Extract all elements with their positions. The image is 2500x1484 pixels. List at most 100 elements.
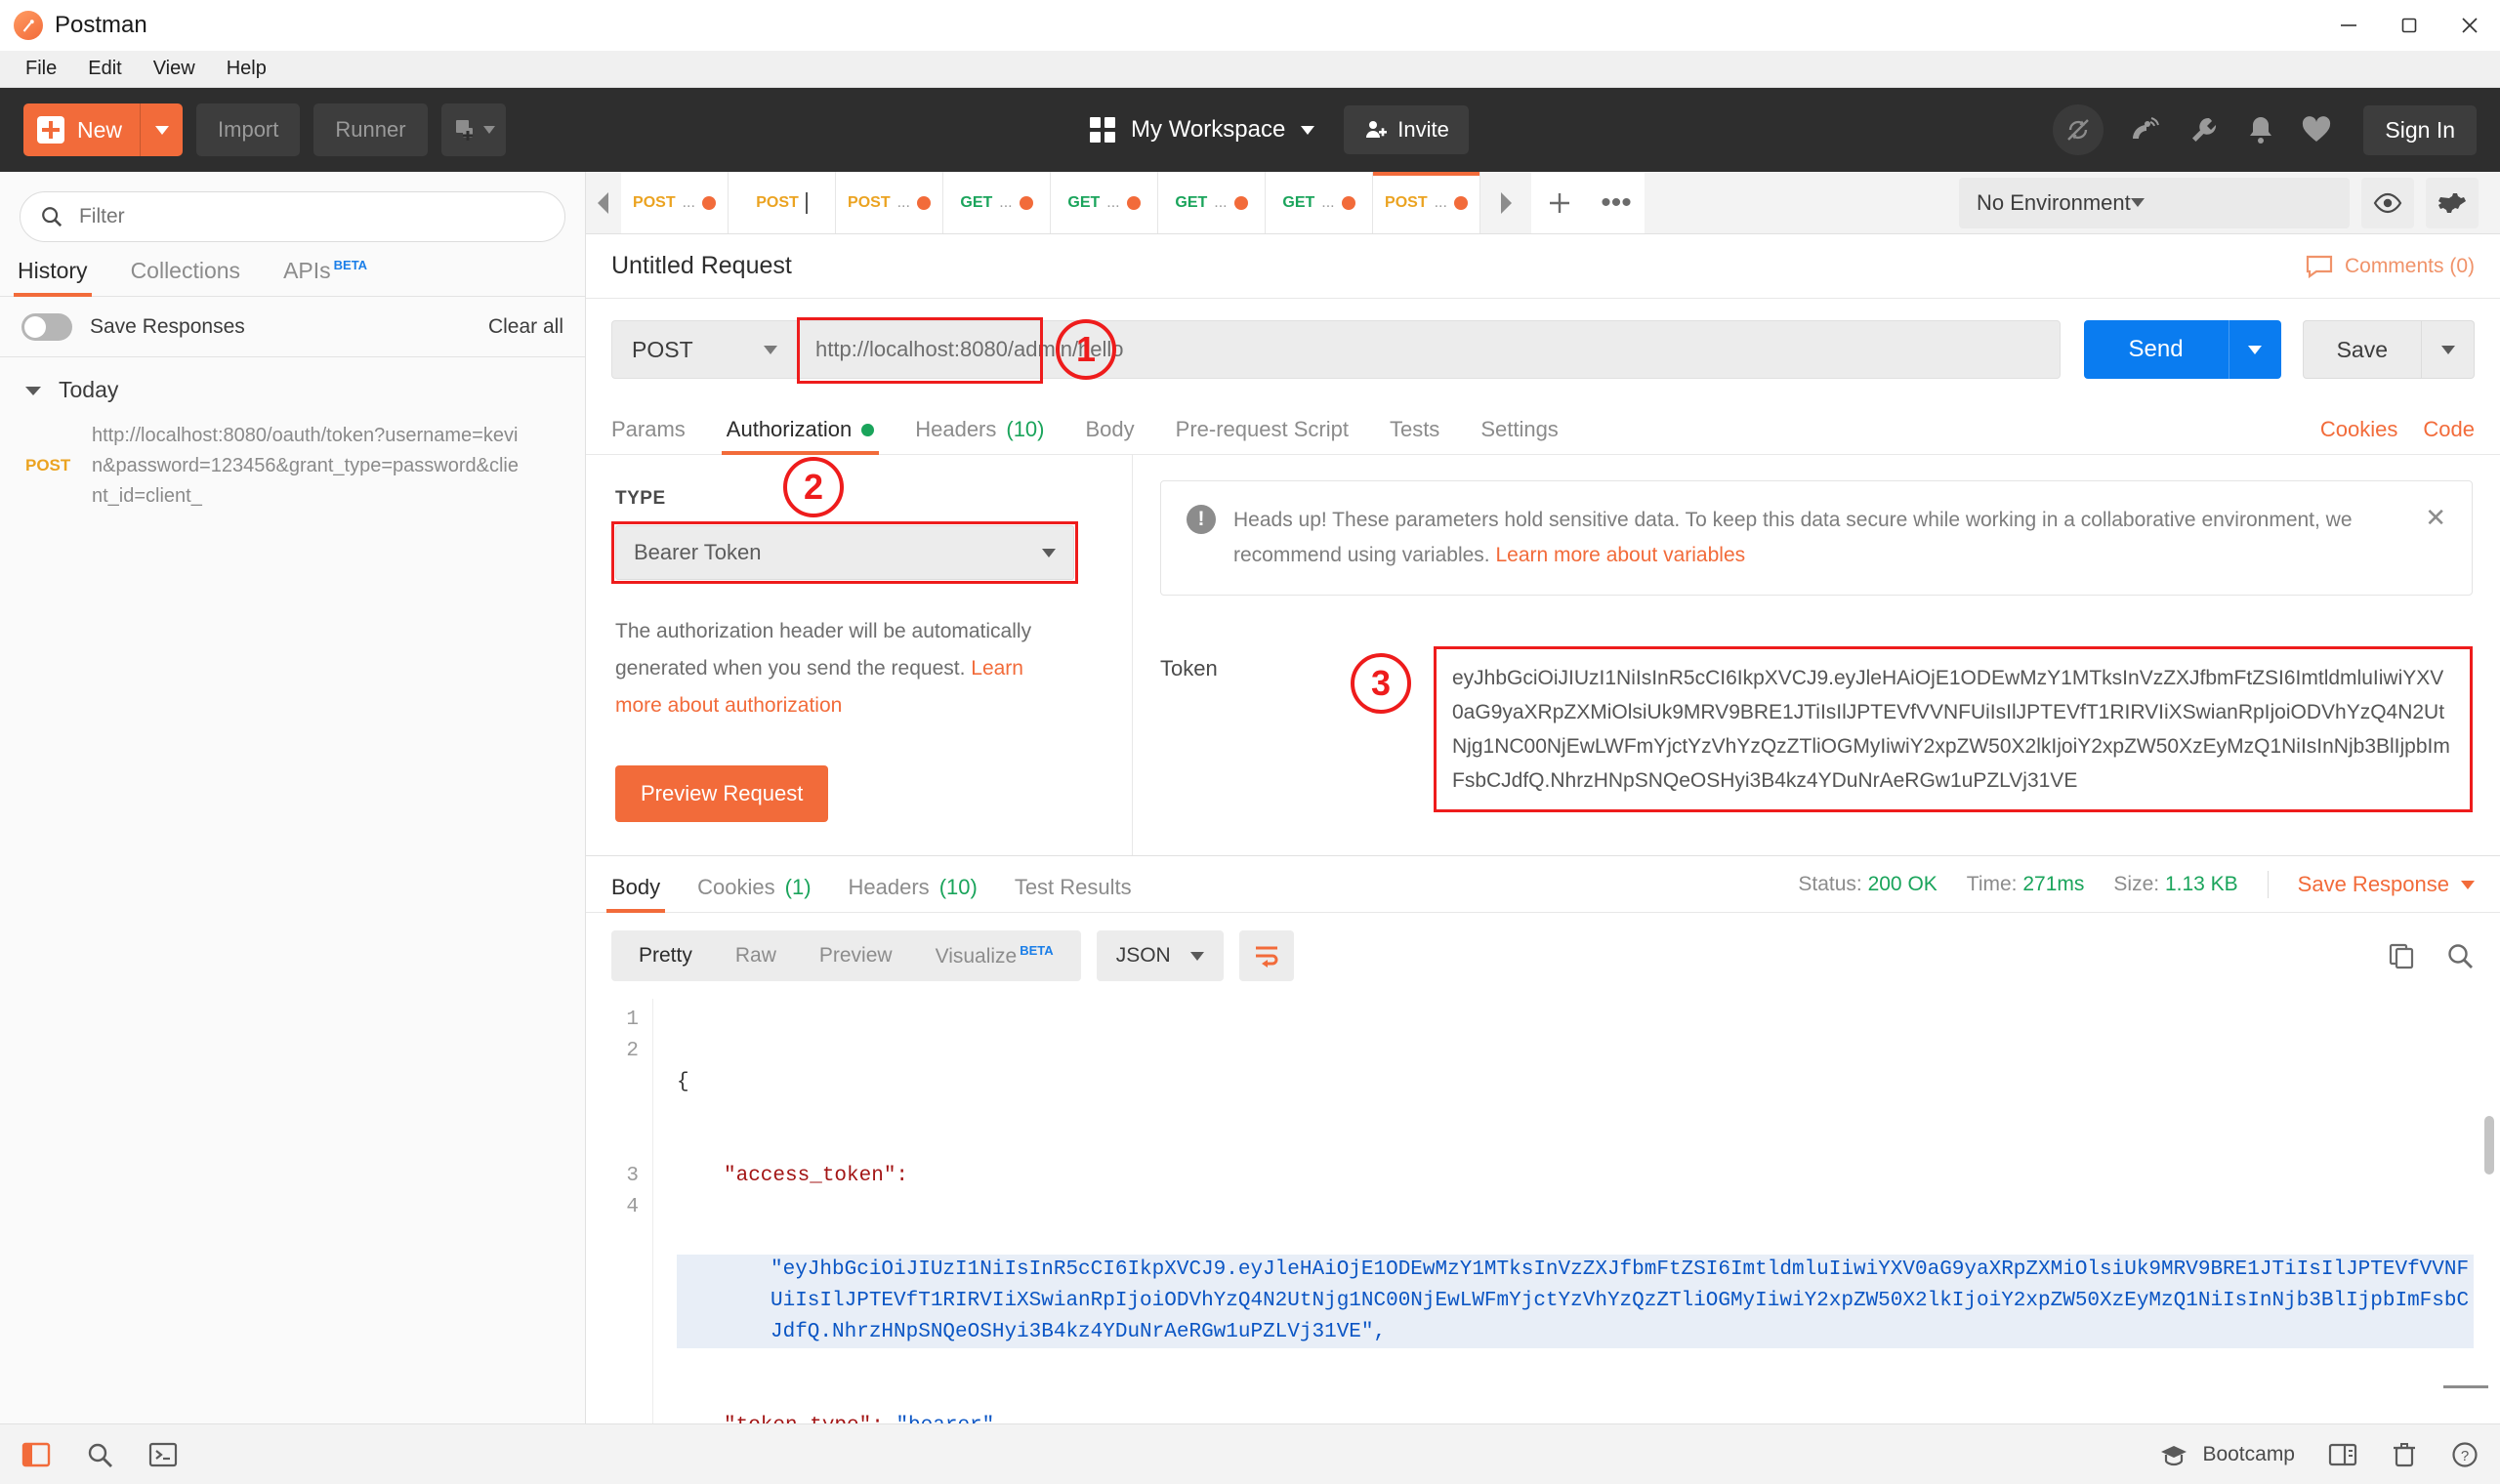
clear-all-button[interactable]: Clear all [488, 315, 563, 339]
gear-icon[interactable] [2426, 178, 2479, 228]
sidebar-tab-history[interactable]: History [18, 258, 88, 296]
tabs-scroll-right-button[interactable] [1480, 172, 1531, 233]
request-tab-5[interactable]: GET ... [1051, 172, 1158, 233]
response-tabs: Body Cookies (1) Headers (10) Test Resul… [586, 856, 2500, 913]
menu-view[interactable]: View [140, 54, 209, 84]
cookies-link[interactable]: Cookies [2320, 417, 2397, 442]
eye-icon[interactable] [2361, 178, 2414, 228]
wrench-icon[interactable] [2188, 113, 2221, 146]
save-dropdown-button[interactable] [2422, 320, 2475, 379]
search-icon[interactable] [2445, 941, 2475, 970]
close-icon[interactable] [2439, 0, 2500, 51]
preview-request-button[interactable]: Preview Request [615, 765, 828, 822]
status-stat: Status: 200 OK [1798, 873, 1937, 896]
environment-select[interactable]: No Environment [1959, 178, 2350, 228]
tab-tests[interactable]: Tests [1390, 417, 1439, 454]
maximize-icon[interactable] [2379, 0, 2439, 51]
send-button[interactable]: Send [2084, 320, 2229, 379]
runner-button[interactable]: Runner [313, 103, 427, 156]
heart-icon[interactable] [2301, 115, 2332, 144]
format-tab-raw[interactable]: Raw [714, 944, 798, 968]
response-tab-cookies[interactable]: Cookies (1) [697, 875, 811, 912]
copy-icon[interactable] [2387, 941, 2416, 970]
code-link[interactable]: Code [2423, 417, 2475, 442]
response-tab-headers[interactable]: Headers (10) [849, 875, 978, 912]
workspace-name[interactable]: My Workspace [1131, 116, 1285, 144]
response-body-code[interactable]: 1 2 3 4 { "access_token": "eyJhbGciOiJIU… [586, 999, 2500, 1423]
bell-icon[interactable] [2246, 114, 2275, 145]
tab-settings[interactable]: Settings [1480, 417, 1559, 454]
sidebar-toggle-icon[interactable] [21, 1441, 51, 1468]
invite-label: Invite [1397, 117, 1449, 143]
format-tab-preview[interactable]: Preview [798, 944, 914, 968]
tab-headers[interactable]: Headers (10) [915, 417, 1044, 454]
sidebar-tab-collections[interactable]: Collections [131, 258, 241, 296]
request-tab-8[interactable]: POST ... [1373, 172, 1480, 233]
filter-input[interactable] [79, 205, 545, 228]
satellite-icon[interactable] [2129, 113, 2162, 146]
filter-box[interactable] [20, 191, 565, 242]
tabs-scroll-left-button[interactable] [586, 172, 621, 233]
menu-file[interactable]: File [12, 54, 70, 84]
find-icon[interactable] [86, 1441, 113, 1468]
vertical-scrollbar[interactable] [2484, 1116, 2494, 1175]
save-request-button[interactable]: Save [2303, 320, 2422, 379]
new-window-button[interactable] [441, 103, 506, 156]
tab-body[interactable]: Body [1086, 417, 1135, 454]
word-wrap-icon[interactable] [1239, 930, 1294, 981]
invite-button[interactable]: Invite [1344, 105, 1469, 154]
send-dropdown-button[interactable] [2229, 320, 2281, 379]
format-tab-pretty[interactable]: Pretty [617, 944, 714, 968]
response-tab-test-results[interactable]: Test Results [1015, 875, 1132, 912]
request-tab-1[interactable]: POST ... [621, 172, 729, 233]
http-method-select[interactable]: POST [611, 320, 797, 379]
response-language-select[interactable]: JSON [1097, 930, 1224, 981]
response-language-value: JSON [1116, 944, 1171, 968]
save-response-button[interactable]: Save Response [2298, 872, 2475, 897]
chevron-down-icon[interactable] [1301, 126, 1314, 135]
new-tab-button[interactable] [1531, 172, 1588, 233]
new-button-label: New [77, 117, 122, 144]
sidebar-tab-apis[interactable]: APIsBETA [283, 258, 367, 296]
minimize-icon[interactable] [2318, 0, 2379, 51]
request-tab-2[interactable]: POST [729, 172, 836, 233]
request-title[interactable]: Untitled Request [611, 252, 792, 280]
new-button[interactable]: New [23, 103, 140, 156]
token-input-wrapper[interactable]: 3 eyJhbGciOiJIUzI1NiIsInR5cCI6IkpXVCJ9.e… [1434, 646, 2473, 812]
bootcamp-button[interactable]: Bootcamp [2159, 1443, 2295, 1466]
plus-icon [37, 116, 64, 144]
response-tab-body[interactable]: Body [611, 875, 660, 912]
sign-in-button[interactable]: Sign In [2363, 105, 2477, 155]
trash-icon[interactable] [2391, 1441, 2418, 1468]
tab-params[interactable]: Params [611, 417, 686, 454]
tab-pre-request-script[interactable]: Pre-request Script [1176, 417, 1349, 454]
token-input[interactable]: eyJhbGciOiJIUzI1NiIsInR5cCI6IkpXVCJ9.eyJ… [1452, 661, 2454, 798]
tab-options-button[interactable]: ••• [1588, 172, 1645, 233]
heads-up-link[interactable]: Learn more about variables [1495, 544, 1745, 566]
import-button[interactable]: Import [196, 103, 300, 156]
console-icon[interactable] [148, 1442, 178, 1467]
menu-edit[interactable]: Edit [74, 54, 135, 84]
menu-help[interactable]: Help [213, 54, 280, 84]
help-icon[interactable]: ? [2451, 1441, 2479, 1468]
sync-disabled-icon[interactable] [2053, 104, 2104, 155]
close-icon[interactable]: ✕ [2425, 503, 2446, 533]
request-tab-4[interactable]: GET ... [943, 172, 1051, 233]
request-tab-6[interactable]: GET ... [1158, 172, 1266, 233]
grid-icon [1090, 117, 1115, 143]
format-tab-visualize[interactable]: VisualizeBETA [914, 943, 1075, 969]
new-dropdown-button[interactable] [140, 103, 183, 156]
horizontal-scroll-indicator[interactable] [2443, 1385, 2488, 1388]
tab-authorization[interactable]: Authorization [727, 417, 874, 454]
auth-type-select[interactable]: Bearer Token [615, 525, 1074, 580]
time-stat: Time: 271ms [1967, 873, 2085, 896]
save-responses-toggle[interactable] [21, 313, 72, 341]
request-tab-7[interactable]: GET ... [1266, 172, 1373, 233]
comments-button[interactable]: Comments (0) [2306, 255, 2475, 278]
history-group-today[interactable]: Today [0, 357, 585, 413]
request-tab-3[interactable]: POST ... [836, 172, 943, 233]
two-pane-icon[interactable] [2328, 1442, 2357, 1467]
history-item[interactable]: POST http://localhost:8080/oauth/token?u… [0, 413, 585, 527]
url-input-wrapper[interactable]: http://localhost:8080/admin/hello 1 [797, 320, 2061, 379]
status-value: 200 OK [1868, 873, 1938, 895]
